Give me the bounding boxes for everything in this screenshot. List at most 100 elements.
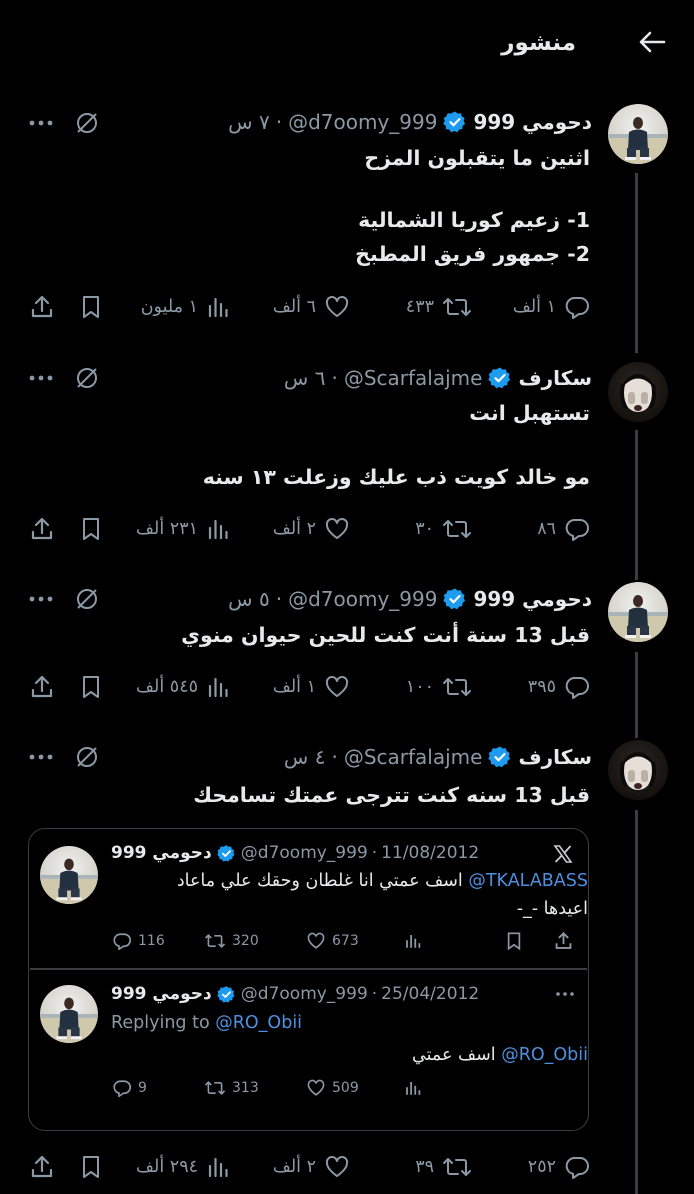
views-button[interactable]: ٢٣١ ألف xyxy=(136,512,230,546)
grok-icon[interactable] xyxy=(72,363,102,393)
verified-badge-icon xyxy=(217,844,236,863)
tweet[interactable]: دحومي 999 @d7oomy_999 · ٧ س اثنين ما يتق… xyxy=(0,90,694,330)
display-name[interactable]: دحومي 999 xyxy=(473,587,592,611)
retweet-count: 320 xyxy=(232,933,259,949)
share-icon xyxy=(31,295,53,318)
reply-icon xyxy=(565,1157,589,1179)
tweet-text-line: تستهبل انت xyxy=(469,401,590,425)
retweet-count: 313 xyxy=(232,1080,259,1096)
quoted-text: اسف عمتي xyxy=(412,1045,502,1065)
reply-count: ١ ألف xyxy=(512,297,556,317)
username[interactable]: @d7oomy_999 xyxy=(288,110,437,134)
quoted-username: @d7oomy_999 xyxy=(240,843,368,863)
share-button[interactable] xyxy=(30,512,54,546)
reply-count: 9 xyxy=(138,1080,147,1096)
more-options-icon[interactable] xyxy=(26,363,56,393)
reply-button[interactable]: ٢٥٢ xyxy=(528,1150,590,1184)
more-options-icon[interactable] xyxy=(26,742,56,772)
retweet-button[interactable]: ٣٠ xyxy=(415,512,472,546)
grok-icon[interactable] xyxy=(72,584,102,614)
top-bar: منشور xyxy=(0,0,694,88)
grok-icon[interactable] xyxy=(72,108,102,138)
reply-stat: 116 xyxy=(112,932,165,950)
bookmark-button[interactable] xyxy=(80,670,102,704)
reply-button[interactable]: ١ ألف xyxy=(513,290,590,324)
like-button[interactable]: ٢ ألف xyxy=(273,512,350,546)
timestamp[interactable]: ٧ س xyxy=(228,110,270,134)
mention-link: @TKALABASS xyxy=(468,871,588,891)
quoted-display-name: دحومي 999 xyxy=(111,843,212,863)
retweet-count: ٣٠ xyxy=(415,519,434,539)
quoted-display-name: دحومي 999 xyxy=(111,984,212,1004)
reply-button[interactable]: ٣٩٥ xyxy=(528,670,590,704)
like-button[interactable]: ٦ ألف xyxy=(273,290,350,324)
view-count: ٢٣١ ألف xyxy=(135,519,198,539)
retweet-icon xyxy=(204,1080,226,1096)
separator-dot: · xyxy=(331,745,338,769)
view-count: ١ مليون xyxy=(140,297,198,317)
separator-dot: · xyxy=(275,110,283,134)
views-button[interactable]: ٥٤٥ ألف xyxy=(136,670,230,704)
avatar[interactable] xyxy=(608,104,668,164)
quoted-text-line: @TKALABASS اسف عمتي انا غلطان وحقك علي م… xyxy=(177,871,588,891)
retweet-icon xyxy=(443,298,471,316)
tweet[interactable]: دحومي 999 @d7oomy_999 · ٥ س قبل 13 سنة أ… xyxy=(0,570,694,720)
reply-button[interactable]: ٨٦ xyxy=(537,512,590,546)
timestamp[interactable]: ٥ س xyxy=(228,587,270,611)
timestamp[interactable]: ٦ س xyxy=(284,366,326,390)
heart-icon xyxy=(325,675,349,697)
views-button[interactable]: ٢٩٤ ألف xyxy=(136,1150,230,1184)
tweet[interactable]: سكارف @Scarfalajme · ٦ س تستهبل انت مو خ… xyxy=(0,350,694,562)
bookmark-button[interactable] xyxy=(80,1150,102,1184)
action-bar: ٣٩٥ ١٠٠ ١ ألف ٥٤٥ ألف xyxy=(26,670,590,704)
verified-badge-icon xyxy=(443,587,467,611)
retweet-count: ٤٣٣ xyxy=(405,297,434,317)
heart-icon xyxy=(325,295,349,317)
display-name[interactable]: سكارف xyxy=(518,745,592,769)
heart-icon xyxy=(325,517,349,539)
tweet-text-line: 1- زعيم كوريا الشمالية xyxy=(358,208,590,232)
views-button[interactable]: ١ مليون xyxy=(141,290,230,324)
username[interactable]: @Scarfalajme xyxy=(344,745,483,769)
retweet-button[interactable]: ١٠٠ xyxy=(406,670,472,704)
avatar[interactable] xyxy=(608,582,668,642)
page-title: منشور xyxy=(501,30,576,56)
separator-dot: · xyxy=(275,587,283,611)
grok-icon[interactable] xyxy=(72,742,102,772)
share-button[interactable] xyxy=(30,1150,54,1184)
more-options-icon[interactable] xyxy=(26,108,56,138)
bookmark-icon xyxy=(83,518,99,540)
username[interactable]: @d7oomy_999 xyxy=(288,587,437,611)
avatar[interactable] xyxy=(608,740,668,800)
display-name[interactable]: سكارف xyxy=(518,366,592,390)
share-button[interactable] xyxy=(30,290,54,324)
like-button[interactable]: ٢ ألف xyxy=(273,1150,350,1184)
avatar xyxy=(40,846,98,904)
back-arrow-icon[interactable] xyxy=(632,26,672,58)
more-options-icon[interactable] xyxy=(26,584,56,614)
retweet-button[interactable]: ٤٣٣ xyxy=(406,290,472,324)
like-button[interactable]: ١ ألف xyxy=(273,670,350,704)
views-icon xyxy=(208,677,228,698)
reply-icon xyxy=(113,933,132,950)
x-logo-icon xyxy=(550,841,576,867)
bookmark-icon xyxy=(83,1156,99,1178)
bookmark-button[interactable] xyxy=(80,290,102,324)
bookmark-button[interactable] xyxy=(80,512,102,546)
avatar[interactable] xyxy=(608,362,668,422)
replying-to-line: Replying to @RO_Obii xyxy=(111,1013,302,1033)
tweet-header: دحومي 999 @d7oomy_999 · ٧ س xyxy=(228,110,592,134)
username[interactable]: @Scarfalajme xyxy=(344,366,483,390)
verified-badge-icon xyxy=(488,745,512,769)
display-name[interactable]: دحومي 999 xyxy=(473,110,592,134)
quoted-action-bar: 116 320 673 xyxy=(112,928,577,956)
retweet-button[interactable]: ٣٩ xyxy=(415,1150,472,1184)
retweet-count: ١٠٠ xyxy=(405,677,434,697)
reply-count: ٢٥٢ xyxy=(527,1157,556,1177)
share-button[interactable] xyxy=(30,670,54,704)
quoted-action-bar: 9 313 509 xyxy=(112,1075,577,1103)
separator-dot: · xyxy=(371,984,378,1004)
reply-count: ٨٦ xyxy=(537,519,556,539)
mention-link: @RO_Obii xyxy=(501,1045,588,1065)
timestamp[interactable]: ٤ س xyxy=(284,745,326,769)
